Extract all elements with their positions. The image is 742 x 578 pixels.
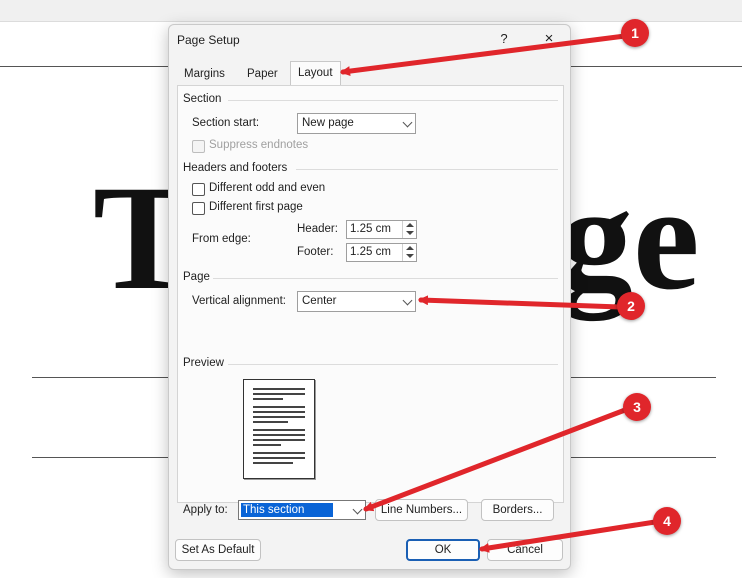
- suppress-endnotes-checkbox[interactable]: [192, 140, 205, 153]
- cancel-button[interactable]: Cancel: [487, 539, 563, 561]
- tab-margins[interactable]: Margins: [177, 63, 232, 85]
- apply-to-label: Apply to:: [183, 504, 228, 516]
- tab-layout[interactable]: Layout: [290, 61, 341, 85]
- page-preview-thumbnail: [243, 379, 315, 479]
- apply-to-dropdown[interactable]: This section: [238, 500, 366, 520]
- spinner-arrows-icon[interactable]: [402, 244, 416, 261]
- section-start-value: New page: [302, 117, 354, 129]
- suppress-endnotes-label: Suppress endnotes: [209, 139, 309, 151]
- set-as-default-button[interactable]: Set As Default: [175, 539, 261, 561]
- chevron-down-icon: [398, 114, 415, 133]
- section-start-dropdown[interactable]: New page: [297, 113, 416, 134]
- page-divider: [213, 278, 558, 279]
- line-numbers-button[interactable]: Line Numbers...: [375, 499, 468, 521]
- ok-button[interactable]: OK: [406, 539, 480, 561]
- apply-to-value: This section: [241, 503, 333, 517]
- preview-divider: [228, 364, 558, 365]
- header-distance-spinner[interactable]: 1.25 cm: [346, 220, 417, 239]
- different-odd-even-label: Different odd and even: [209, 182, 326, 194]
- section-group-header: Section: [183, 93, 222, 105]
- vertical-alignment-label: Vertical alignment:: [192, 295, 286, 307]
- tab-paper[interactable]: Paper: [240, 63, 285, 85]
- footer-distance-spinner[interactable]: 1.25 cm: [346, 243, 417, 262]
- chevron-down-icon: [348, 501, 365, 519]
- borders-button[interactable]: Borders...: [481, 499, 554, 521]
- section-divider: [228, 100, 558, 101]
- document-title-fragment-right: ge: [558, 155, 700, 321]
- page-group-header: Page: [183, 271, 210, 283]
- spinner-arrows-icon[interactable]: [402, 221, 416, 238]
- dialog-titlebar: Page Setup ? ×: [169, 25, 570, 55]
- different-first-page-checkbox[interactable]: [192, 202, 205, 215]
- annotation-badge-1: 1: [621, 19, 649, 47]
- different-odd-even-checkbox[interactable]: [192, 183, 205, 196]
- headers-footers-divider: [296, 169, 558, 170]
- different-first-page-label: Different first page: [209, 201, 303, 213]
- help-button[interactable]: ?: [497, 31, 511, 46]
- footer-distance-label: Footer:: [297, 246, 334, 258]
- section-start-label: Section start:: [192, 117, 260, 129]
- header-distance-value: 1.25 cm: [350, 223, 391, 235]
- headers-footers-group-header: Headers and footers: [183, 162, 288, 174]
- annotation-badge-2: 2: [617, 292, 645, 320]
- footer-distance-value: 1.25 cm: [350, 246, 391, 258]
- dialog-title: Page Setup: [177, 33, 240, 47]
- vertical-alignment-value: Center: [302, 295, 337, 307]
- chevron-down-icon: [398, 292, 415, 311]
- annotation-badge-3: 3: [623, 393, 651, 421]
- vertical-alignment-dropdown[interactable]: Center: [297, 291, 416, 312]
- page-setup-dialog: Page Setup ? × Margins Paper Layout Sect…: [168, 24, 571, 570]
- close-button[interactable]: ×: [541, 30, 557, 47]
- header-distance-label: Header:: [297, 223, 338, 235]
- layout-tab-panel: Section Section start: New page Suppress…: [177, 85, 564, 503]
- from-edge-label: From edge:: [192, 233, 251, 245]
- preview-group-header: Preview: [183, 357, 224, 369]
- annotation-badge-4: 4: [653, 507, 681, 535]
